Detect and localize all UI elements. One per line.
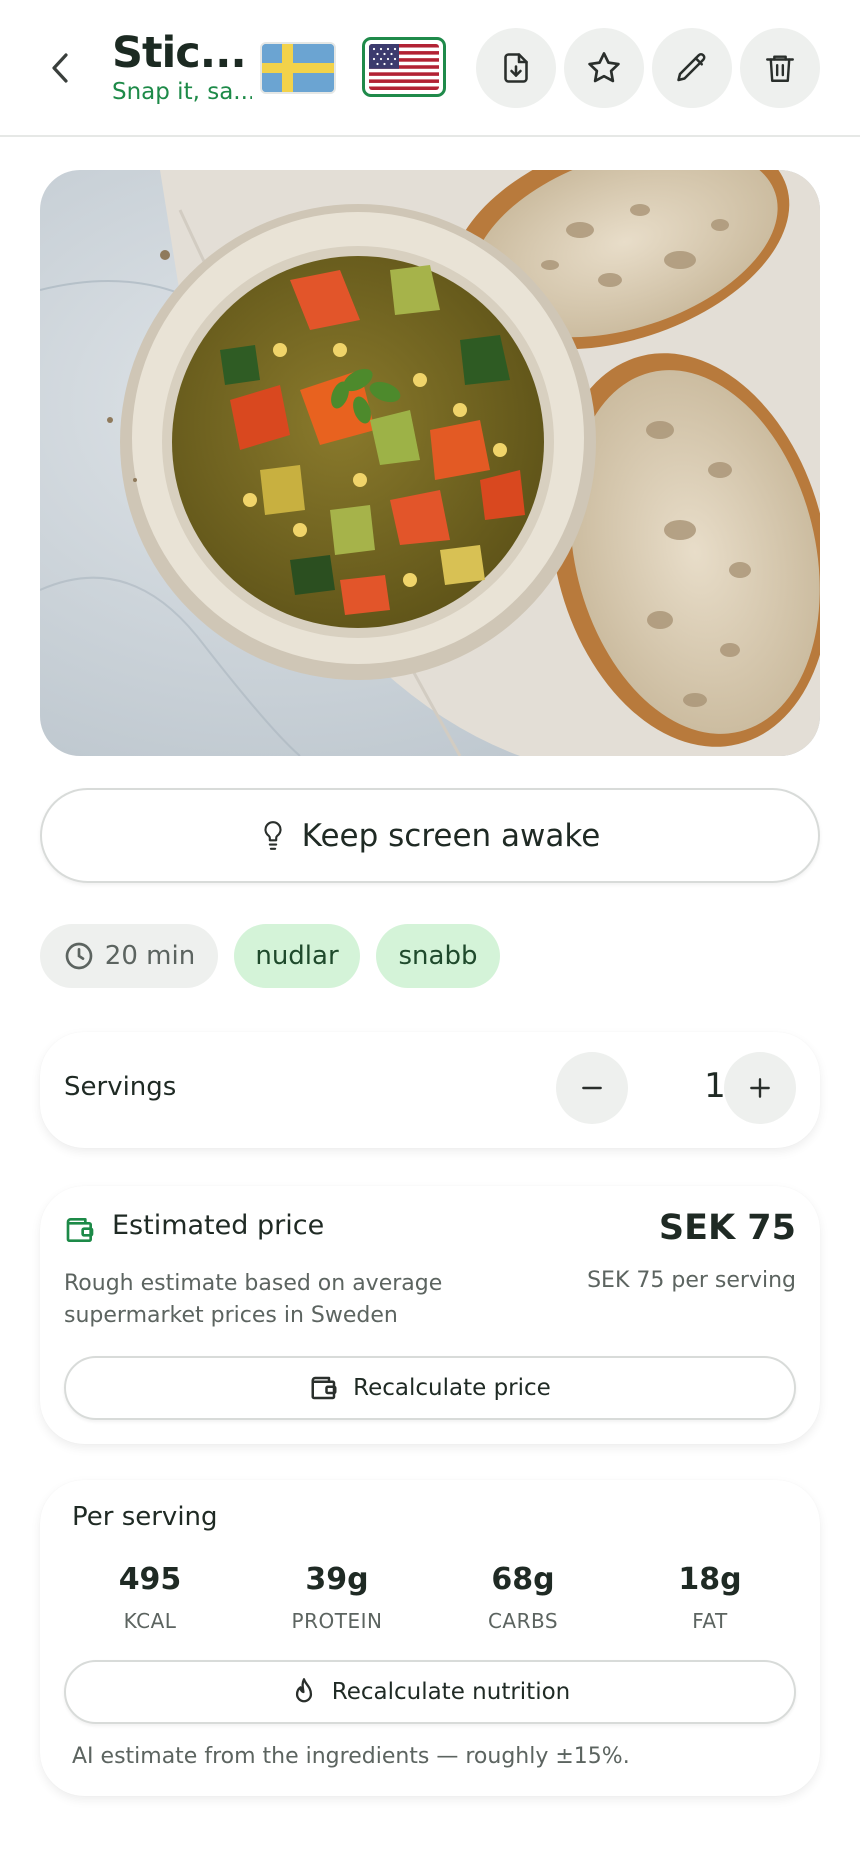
- macro-label: PROTEIN: [291, 1609, 383, 1633]
- title-block: Stic... Snap it, sa...: [112, 28, 252, 105]
- swedish-flag-icon: [262, 44, 334, 92]
- recalculate-price-label: Recalculate price: [353, 1375, 551, 1401]
- delete-button[interactable]: [740, 28, 820, 108]
- macro-label: FAT: [692, 1609, 728, 1633]
- flame-icon: [295, 1678, 312, 1703]
- macro-value: 18g: [678, 1562, 742, 1597]
- macro-protein: 39g PROTEIN: [257, 1562, 417, 1633]
- download-icon: [504, 53, 528, 83]
- recalculate-nutrition-button[interactable]: Recalculate nutrition: [64, 1660, 796, 1724]
- decrease-servings-button[interactable]: [556, 1052, 628, 1124]
- tag-chip[interactable]: nudlar: [234, 924, 360, 988]
- keep-screen-awake-label: Keep screen awake: [301, 817, 601, 854]
- recalculate-price-button[interactable]: Recalculate price: [64, 1356, 796, 1420]
- macro-label: KCAL: [123, 1609, 177, 1633]
- recipe-photo: [40, 170, 820, 756]
- estimated-price-card: Estimated price SEK 75 Rough estimate ba…: [40, 1186, 820, 1444]
- edit-button[interactable]: [652, 28, 732, 108]
- macro-value: 68g: [491, 1562, 555, 1597]
- soup-bowl: [120, 204, 596, 680]
- servings-card: Servings 1: [40, 1032, 820, 1148]
- language-english-button[interactable]: [362, 37, 446, 97]
- trash-icon: [766, 55, 794, 82]
- price-amount: SEK 75: [658, 1208, 796, 1248]
- nutrition-title: Per serving: [72, 1502, 218, 1532]
- wallet-icon: [311, 1376, 337, 1400]
- recipe-subtitle: Snap it, sa...: [112, 79, 252, 105]
- keep-screen-awake-button[interactable]: Keep screen awake: [40, 788, 820, 883]
- increase-servings-button[interactable]: [724, 1052, 796, 1124]
- price-title: Estimated price: [112, 1210, 325, 1241]
- language-swedish-button[interactable]: [260, 42, 336, 94]
- app-header: Stic... Snap it, sa...: [0, 0, 860, 137]
- recipe-title: Stic...: [112, 28, 247, 78]
- wallet-icon: [66, 1218, 94, 1242]
- back-button[interactable]: [40, 46, 80, 90]
- lightbulb-icon: [264, 820, 282, 850]
- nutrition-disclaimer: AI estimate from the ingredients — rough…: [72, 1744, 630, 1769]
- price-description: Rough estimate based on average supermar…: [64, 1271, 443, 1328]
- clock-icon: [65, 942, 93, 970]
- macro-label: CARBS: [487, 1609, 559, 1633]
- macro-fat: 18g FAT: [630, 1562, 790, 1633]
- macro-kcal: 495 KCAL: [70, 1562, 230, 1633]
- pencil-icon: [677, 53, 706, 82]
- plus-icon: [750, 1078, 770, 1098]
- star-icon: [588, 52, 620, 83]
- us-flag-icon: [369, 44, 439, 90]
- favorite-button[interactable]: [564, 28, 644, 108]
- cooking-time-label: 20 min: [104, 941, 196, 971]
- macro-value: 39g: [305, 1562, 369, 1597]
- tag-chip[interactable]: snabb: [376, 924, 500, 988]
- chevron-left-icon: [52, 53, 68, 83]
- download-button[interactable]: [476, 28, 556, 108]
- servings-label: Servings: [64, 1072, 177, 1102]
- minus-icon: [582, 1086, 602, 1090]
- recalculate-nutrition-label: Recalculate nutrition: [331, 1679, 571, 1705]
- macro-value: 495: [118, 1562, 182, 1597]
- nutrition-card: Per serving 495 KCAL 39g PROTEIN 68g CAR…: [40, 1480, 820, 1796]
- macro-carbs: 68g CARBS: [443, 1562, 603, 1633]
- price-per-serving: SEK 75 per serving: [587, 1268, 796, 1293]
- cooking-time-chip: 20 min: [40, 924, 218, 988]
